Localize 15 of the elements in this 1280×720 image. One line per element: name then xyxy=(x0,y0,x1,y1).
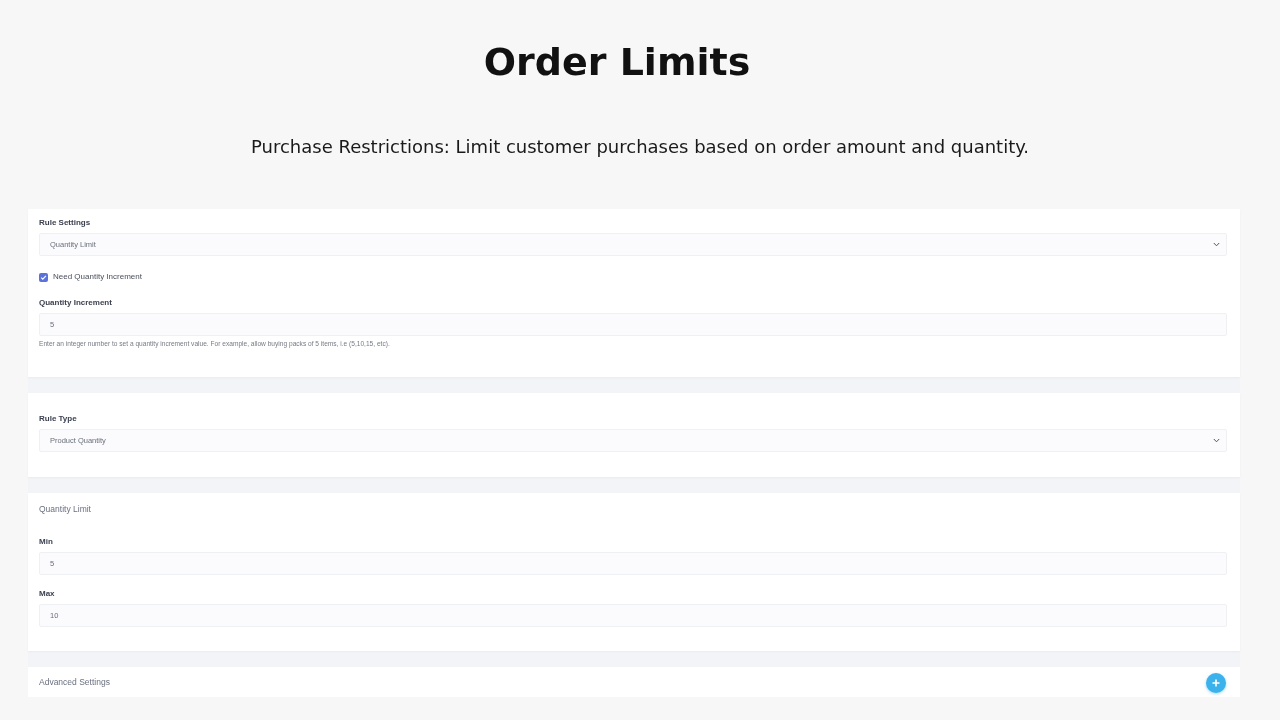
field-label: Rule Type xyxy=(39,413,77,425)
page-title: Order Limits xyxy=(483,39,751,86)
plus-icon xyxy=(1212,679,1220,687)
section-heading: Quantity Limit xyxy=(39,503,91,515)
chevron-down-icon xyxy=(1213,438,1220,443)
chevron-down-icon xyxy=(1213,242,1220,247)
expand-button[interactable] xyxy=(1206,673,1226,693)
field-label: Max xyxy=(39,588,55,600)
field-label: Quantity Increment xyxy=(39,297,112,309)
checkbox[interactable] xyxy=(39,272,48,282)
page-subtitle: Purchase Restrictions: Limit customer purchases based on order amount and quantity. xyxy=(250,135,1029,159)
field-label: Min xyxy=(39,536,53,548)
section-heading: Advanced Settings xyxy=(39,677,110,687)
field-label: Rule Settings xyxy=(39,217,91,229)
checkbox-label: Need Quantity Increment xyxy=(53,271,142,283)
